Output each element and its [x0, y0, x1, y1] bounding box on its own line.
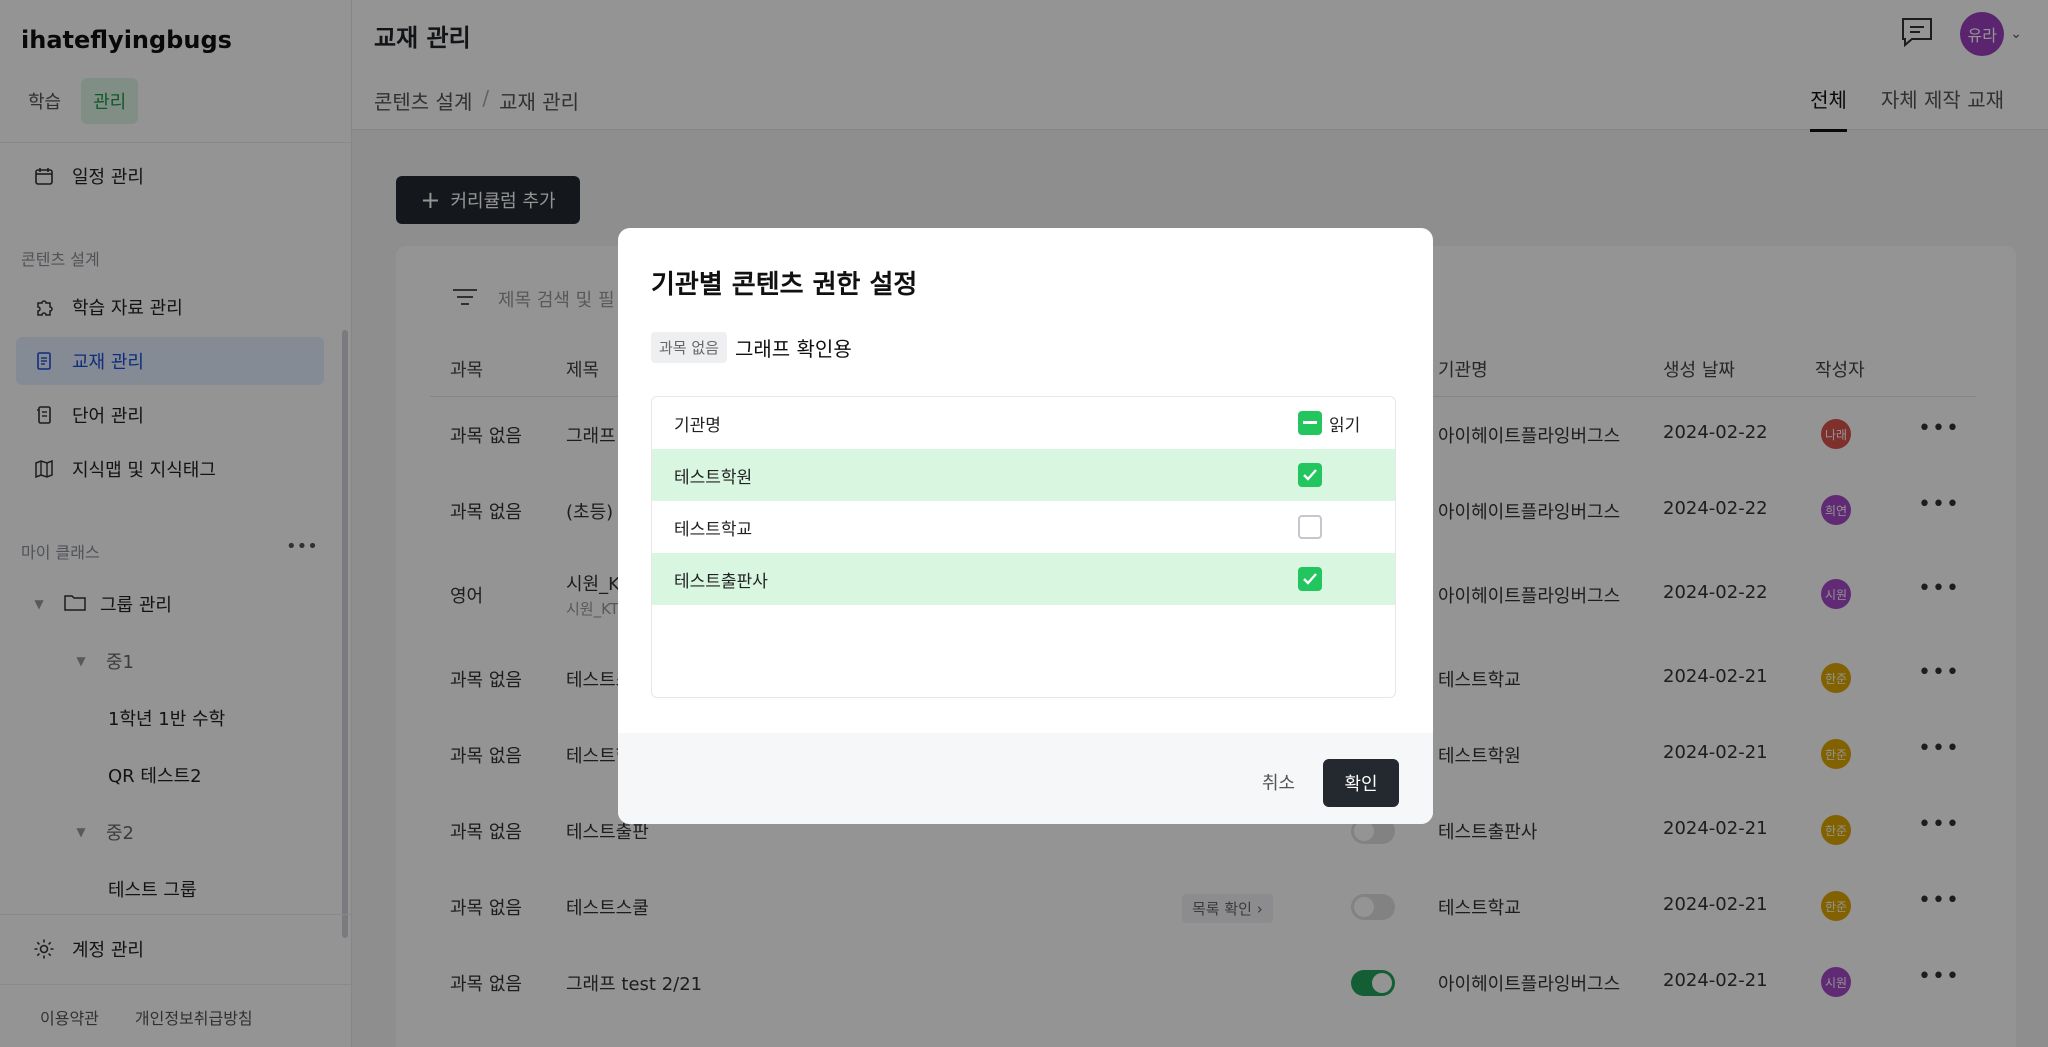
org-name: 테스트학원: [674, 467, 753, 488]
org-row[interactable]: 테스트학원: [652, 449, 1395, 501]
org-name: 테스트학교: [674, 519, 753, 540]
read-checkbox[interactable]: [1298, 515, 1322, 539]
org-row[interactable]: 테스트학교: [652, 501, 1395, 553]
read-checkbox[interactable]: [1298, 463, 1322, 487]
org-permission-table: 기관명 읽기 테스트학원테스트학교테스트출판사: [651, 396, 1396, 698]
org-name: 테스트출판사: [674, 571, 768, 592]
modal-footer: 취소 확인: [618, 733, 1433, 824]
permission-modal: 기관별 콘텐츠 권한 설정 과목 없음 그래프 확인용 기관명 읽기 테스트학원…: [618, 228, 1433, 824]
col-org-label: 기관명: [674, 415, 721, 436]
read-checkbox[interactable]: [1298, 567, 1322, 591]
cancel-button[interactable]: 취소: [1262, 769, 1295, 795]
select-all-checkbox[interactable]: [1298, 411, 1322, 435]
check-icon: [1303, 469, 1317, 481]
org-row[interactable]: 테스트출판사: [652, 553, 1395, 605]
content-info: 과목 없음 그래프 확인용: [651, 332, 852, 363]
check-icon: [1303, 573, 1317, 585]
modal-title: 기관별 콘텐츠 권한 설정: [651, 270, 918, 300]
col-read-label: 읽기: [1329, 416, 1361, 436]
subject-tag: 과목 없음: [651, 332, 727, 363]
confirm-button[interactable]: 확인: [1323, 759, 1399, 807]
content-name: 그래프 확인용: [734, 337, 852, 361]
org-table-header: 기관명 읽기: [652, 397, 1395, 449]
